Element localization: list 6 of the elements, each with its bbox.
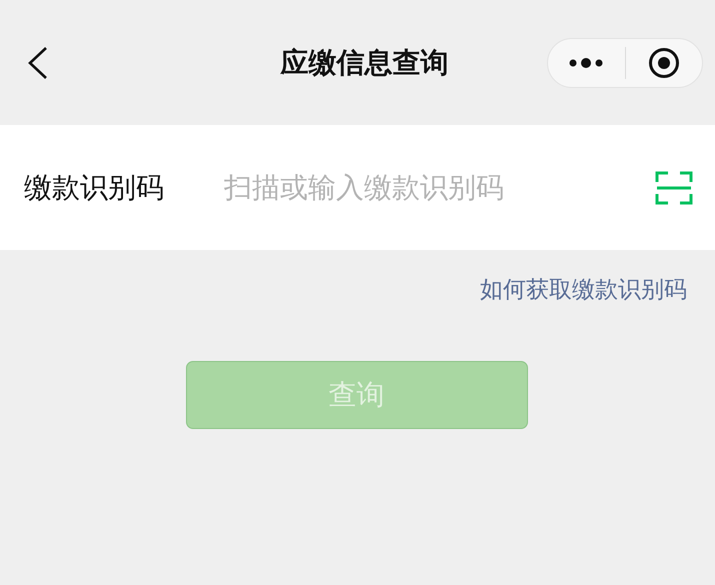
field-label: 缴款识别码 [24, 170, 165, 206]
close-icon[interactable] [648, 46, 680, 78]
help-link[interactable]: 如何获取缴款识别码 [480, 274, 687, 305]
more-icon[interactable] [568, 56, 604, 68]
page-title: 应缴信息查询 [280, 44, 448, 80]
input-field[interactable]: 扫描或输入缴款识别码 [224, 171, 655, 204]
